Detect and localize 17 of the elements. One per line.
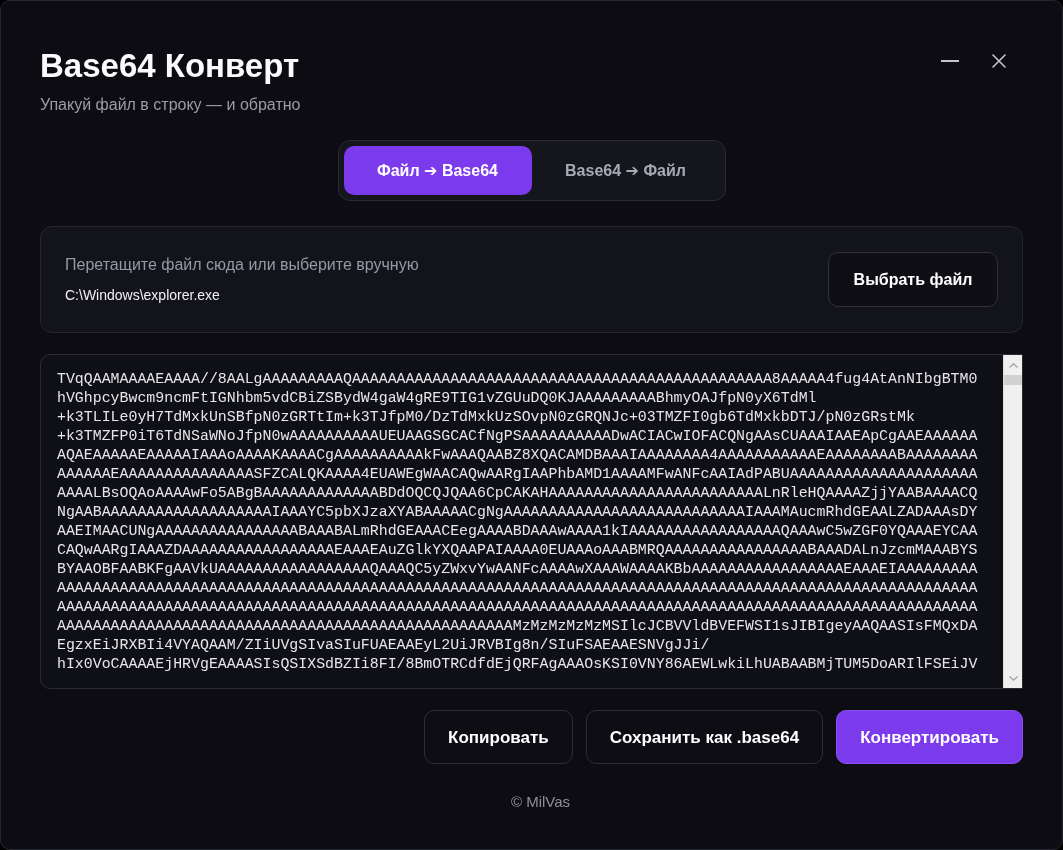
- mode-tab[interactable]: Base64 ➔ Файл: [531, 146, 720, 195]
- file-path: C:\Windows\explorer.exe: [65, 286, 221, 305]
- window-title: Base64 Конверт: [40, 46, 301, 86]
- save-button[interactable]: Сохранить как .base64: [585, 710, 824, 764]
- window-subtitle: Упакуй файл в строку — и обратно: [40, 95, 301, 115]
- choose-file-button[interactable]: Выбрать файл: [828, 252, 998, 307]
- caret-up-icon: [1008, 362, 1018, 368]
- close-icon: [992, 54, 1006, 68]
- copyright-text: © MilVas: [510, 792, 571, 812]
- output-field[interactable]: TVqQAAMAAAAEAAAA//8AALgAAAAAAAAAQAAAAAAAAAAAAAAAAAAAAAAAAAAAAAAAAAAAAAAAAAAAAAAA8AAAAA4fug4AtAnNIbgBTM0 hVGhpcyBwcm9ncmFtIGNhbm5vdCBiZSBydW4gaW4gRE9TIG1vZGUuDQ0KJAAAAAAAAABhmyOAJfpN0yX6TdMl +k3TLILe0yH7TdMxkUnSBfpN0zGRTtIm+k3TJfpM0/DzTdMxkUzSOvpN0zGRQNJc+03TMZFI0gb6TdMxkbDTJ/pN0zGRstMk +k3TMZFP0iT6TdNSaWNoJfpN0wAAAAAAAAAAUEUAAGSGCACfNgPSAAAAAAAAAADwACIACwIOFACQNgAAsCUAAAIAAEApCgAAEAAAAAA AQAEAAAAAEAAAAAIAAAoAAAAKAAAACgAAAAAAAAAAkFwAAAQAABZ8XQACAMDBAAAIAAAAAAAA4AAAAAAAAAAAEAAAAAAAABAAAAAAAA AAAAAAEAAAAAAAAAAAAAAASFZCALQKAAAA4EUAWEgWAACAQwAARgIAAPhbAMD1AAAAMFwANFcAAIAdPABUAAAAAAAAAAAAAAAAAAAAA AAAALBsOQAoAAAAwFo5ABgBAAAAAAAAAAAAABDdOQCQJQAA6CpCAKAHAAAAAAAAAAAAAAAAAAAAAAAALnRleHQAAAAZjjYAABAAAACQ NgAABAAAAAAAAAAAAAAAAAAAIAAAYC5pbXJzaXYABAAAAACgNgAAAAAAAAAAAAAAAAAAAAAAAAAAAIAAAMAucmRhdGEAALZADAAAsDY AAEIMAACUNgAAAAAAAAAAAAAAAABAAABALmRhdGEAAACEegAAAABDAAAwAAAA1kIAAAAAAAAAAAAAAAAAQAAAwC5wZGF0YQAAAEYCAA CAQwAARgIAAAZDAAAAAAAAAAAAAAAAAEAAAEAuZGlkYXQAAPAIAAAA0EUAAAoAAABMRQAAAAAAAAAAAAAAAABAAADALnJzcmMAAABYS BYAAOBFAABKFgAAVkUAAAAAAAAAAAAAAAAAQAAAQC5yZWxvYwAANFcAAAAwXAAAWAAAAKBbAAAAAAAAAAAAAAAAAEAAAEIAAAAAAAAA AAAAAAAAAAAAAAAAAAAAAAAAAAAAAAAAAAAAAAAAAAAAAAAAAAAAAAAAAAAAAAAAAAAAAAAAAAAAAAAAAAAAAAAAAAAAAAAAAAAAAAA AAAAAAAAAAAAAAAAAAAAAAAAAAAAAAAAAAAAAAAAAAAAAAAAAAAAAAAAAAAAAAAAAAAAAAAAAAAAAAAAAAAAAAAAAAAAAAAAAAAAAAA AAAAAAAAAAAAAAAAAAAAAAAAAAAAAAAAAAAAAAAAAAAAAAAAAAAMzMzMzMzMzMSIlcJCBVVldBVEFWSI1sJIBIgeyAAQAASIsFMQxDA EgzxEiJRXBIi4VYAQAAM/ZIiUVgSIvaSIuFUAEAAEyL2UiJRVBIg8n/SIuFSAEAAESNVgJJi/ hIx0VoCAAAAEjHRVgEAAAASIsQSIXSdBZIi8FI/8BmOTRCdfdEjQRFAgAAAOsKSI0VNY86AEWLwkiLhUABAABMjTUM5DoARIlFSEiJV: [40, 354, 1023, 689]
- minimize-icon: [941, 60, 959, 62]
- mode-tab[interactable]: Файл ➔ Base64: [343, 146, 532, 195]
- convert-button[interactable]: Конвертировать: [836, 710, 1023, 764]
- scrollbar-thumb[interactable]: [1004, 375, 1022, 385]
- copy-button[interactable]: Копировать: [424, 710, 573, 764]
- caret-down-icon: [1008, 675, 1018, 681]
- drop-hint: Перетащите файл сюда или выберите вручную: [65, 255, 419, 275]
